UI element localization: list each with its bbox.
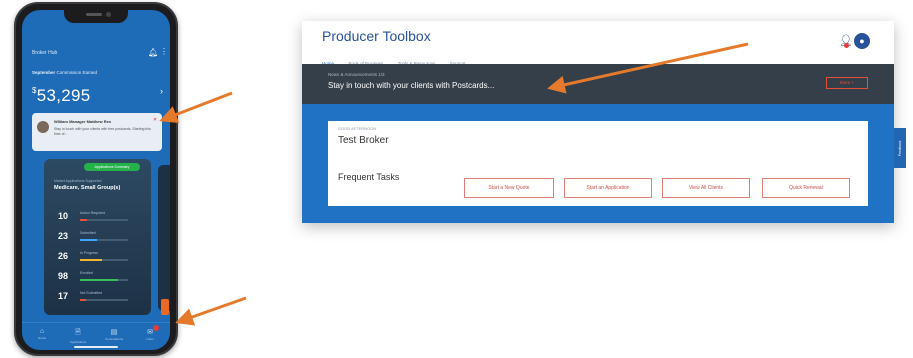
nav-commissions-label: Commissions [104,337,123,341]
status-progress-bar [80,239,128,241]
status-count: 98 [58,271,69,281]
news-text[interactable]: Stay in touch with your clients with Pos… [328,81,494,90]
home-icon: ⌂ [39,328,45,335]
nav-inbox-label: Inbox [146,337,154,341]
mobile-app-title: Broker Hub [32,50,58,56]
user-name: Test Broker [338,135,389,146]
status-row[interactable]: 10 Action Required [58,209,148,227]
nav-inbox[interactable]: ✉ Inbox [136,325,164,341]
status-label: Action Required [80,211,105,215]
status-progress-fill [80,279,119,281]
screenshot-composite: Broker Hub 🔔︎ ⋮ September Commission Ear… [0,0,913,358]
mail-icon: ✉ [147,329,153,336]
feedback-tab[interactable]: Feedback [894,128,906,168]
notification-dot [844,43,849,48]
next-tile-preview[interactable] [158,165,170,315]
status-progress-bar [80,299,128,301]
status-label: Enrolled [80,271,93,275]
status-progress-bar [80,219,128,221]
nav-commissions[interactable]: ▤ Commissions [100,328,128,341]
home-indicator [74,346,118,348]
status-count: 10 [58,211,69,221]
status-progress-fill [80,299,86,301]
tile-label: Market Applications Supported [54,179,102,183]
start-new-quote-button[interactable]: Start a New Quote [464,178,554,198]
mobile-screen: Broker Hub 🔔︎ ⋮ September Commission Ear… [22,10,170,350]
status-row[interactable]: 26 In Progress [58,249,148,267]
status-progress-bar [80,279,128,281]
welcome-card: GOOD AFTERNOON Test Broker Frequent Task… [328,121,868,206]
news-bar: News & Announcements 1/3 Stay in touch w… [302,64,894,104]
briefcase-icon: ▤ [110,329,118,336]
notification-badge [153,325,159,331]
status-row[interactable]: 17 Not Submitted [58,289,148,307]
status-progress-bar [80,259,128,261]
more-button[interactable]: More + [826,77,868,89]
status-progress-fill [80,219,88,221]
applications-summary-tile[interactable]: Applications Summary Market Applications… [44,159,151,315]
start-application-button[interactable]: Start an Application [564,178,652,198]
notifications-icon[interactable]: 👤︎ [839,35,853,48]
status-label: Not Submitted [80,291,103,295]
view-all-clients-button[interactable]: View All Clients [662,178,750,198]
phone-notch [64,10,128,23]
user-avatar-icon[interactable]: ● [854,33,870,49]
greeting: GOOD AFTERNOON [338,126,377,131]
message-card[interactable]: William Manager Matthew Rex Stay in touc… [32,113,162,151]
brand-title: Producer Toolbox [322,28,431,44]
nav-applications[interactable]: 🗎︎ Applications [64,328,92,344]
close-icon[interactable]: ✕ [153,117,157,123]
message-body: Stay in touch with your clients with fre… [54,127,151,136]
status-count: 23 [58,231,69,241]
tile-heading: Medicare, Small Group(s) [54,185,121,191]
status-progress-fill [80,259,102,261]
chevron-right-icon[interactable]: › [160,86,163,96]
frequent-tasks-label: Frequent Tasks [338,172,400,182]
nav-home-label: Home [37,336,46,340]
mobile-phone-mockup: Broker Hub 🔔︎ ⋮ September Commission Ear… [14,2,178,356]
quick-renewal-button[interactable]: Quick Renewal [762,178,850,198]
status-count: 17 [58,291,69,301]
status-count: 26 [58,251,69,261]
commission-subtitle: September Commission Earned [32,70,97,75]
arrow-to-nav-badge [175,296,247,326]
bell-icon[interactable]: 🔔︎ [148,48,158,57]
status-row[interactable]: 23 Submitted [58,229,148,247]
document-icon: 🗎︎ [75,329,81,336]
more-menu-icon[interactable]: ⋮ [160,48,168,56]
commission-amount: $53,295 [32,86,91,106]
status-label: In Progress [80,251,98,255]
status-label: Submitted [80,231,96,235]
main-content: GOOD AFTERNOON Test Broker Frequent Task… [302,104,894,223]
commission-label: Commission Earned [55,70,98,75]
desktop-app-window: Producer Toolbox Home Book of Business T… [302,21,894,223]
message-title: William Manager Matthew Rex [54,119,112,124]
avatar [37,121,49,133]
applications-summary-pill: Applications Summary [84,163,140,171]
news-label: News & Announcements 1/3 [328,72,385,77]
nav-home[interactable]: ⌂ Home [28,328,56,340]
amount-value: 53,295 [36,86,91,105]
status-progress-fill [80,239,97,241]
commission-month: September [32,70,56,75]
status-row[interactable]: 98 Enrolled [58,269,148,287]
scroll-indicator [161,299,169,315]
app-header: Producer Toolbox Home Book of Business T… [302,21,894,69]
nav-applications-label: Applications [69,340,87,344]
